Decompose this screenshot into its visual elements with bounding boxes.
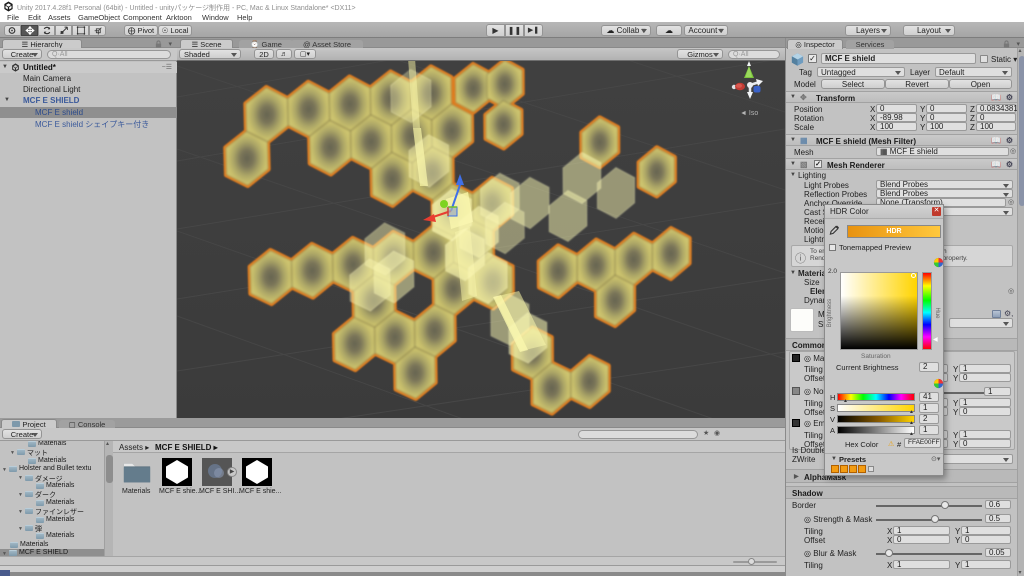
svg-text:◄ Iso: ◄ Iso — [740, 110, 758, 117]
